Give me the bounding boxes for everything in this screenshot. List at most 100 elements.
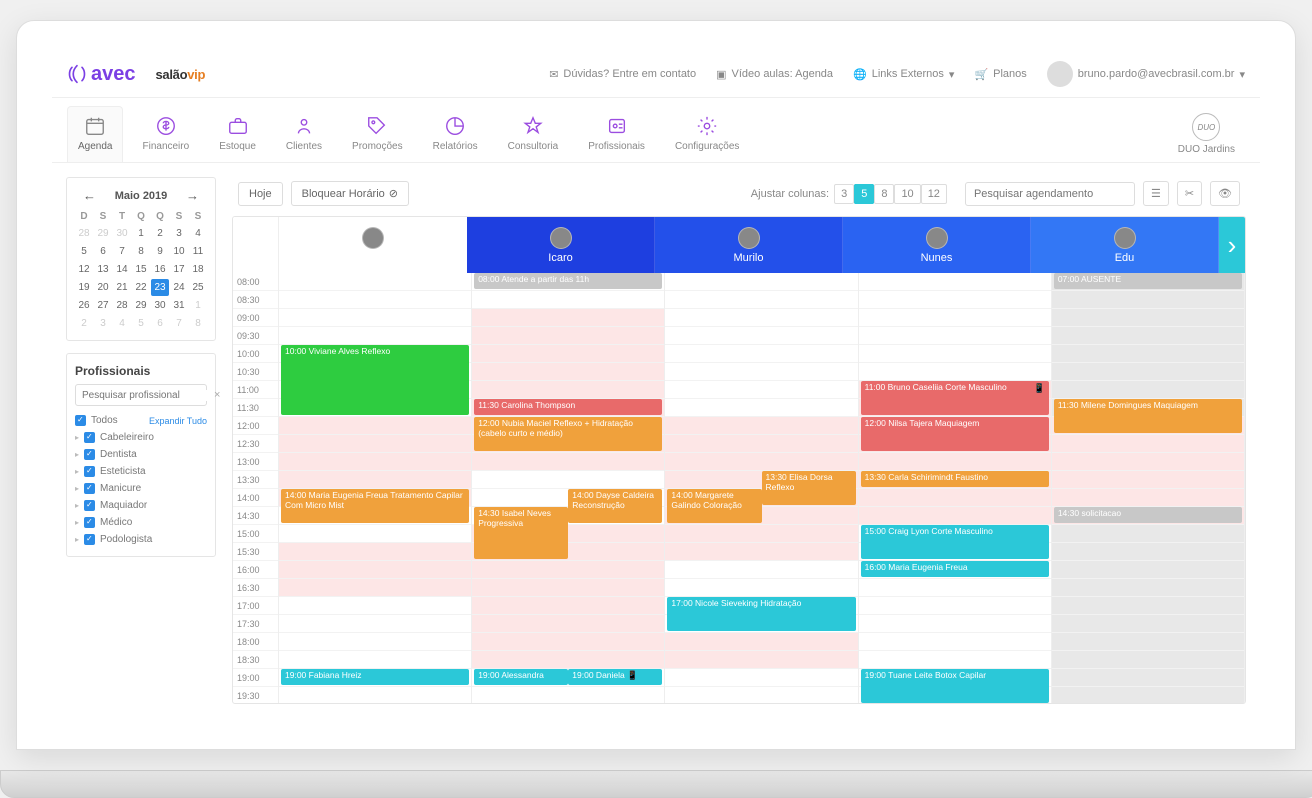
nav-consultoria[interactable]: Consultoria [497, 106, 570, 162]
professional-column-header[interactable]: Nunes [843, 217, 1031, 273]
cal-day[interactable]: 14 [113, 261, 131, 278]
cal-day[interactable]: 23 [151, 279, 169, 296]
appointment-block[interactable]: 19:00 Daniela 📱 [568, 669, 662, 685]
cal-day[interactable]: 17 [170, 261, 188, 278]
nav-clientes[interactable]: Clientes [275, 106, 333, 162]
nav-relatorios[interactable]: Relatórios [422, 106, 489, 162]
cal-day[interactable]: 5 [132, 315, 150, 332]
list-view-icon[interactable]: ☰ [1143, 181, 1169, 206]
cal-day[interactable]: 21 [113, 279, 131, 296]
cal-day[interactable]: 3 [94, 315, 112, 332]
prof-all-row[interactable]: Todos Expandir Tudo [75, 412, 207, 429]
nav-profissionais[interactable]: Profissionais [577, 106, 656, 162]
visibility-icon[interactable]: 👁 [1210, 181, 1240, 206]
cal-day[interactable]: 13 [94, 261, 112, 278]
professional-column-header[interactable]: Edu [1031, 217, 1219, 273]
today-button[interactable]: Hoje [238, 182, 283, 206]
cal-day[interactable]: 22 [132, 279, 150, 296]
cal-day[interactable]: 7 [113, 243, 131, 260]
appointment-block[interactable]: 16:00 Maria Eugenia Freua [861, 561, 1049, 577]
cal-day[interactable]: 8 [132, 243, 150, 260]
checkbox-icon[interactable] [84, 500, 95, 511]
column-option[interactable]: 12 [921, 184, 947, 204]
cal-day[interactable]: 31 [170, 297, 188, 314]
appointment-block[interactable]: 10:00 Viviane Alves Reflexo [281, 345, 469, 415]
cal-day[interactable]: 1 [189, 297, 207, 314]
appointment-block[interactable]: 14:30 Isabel Neves Progressiva [474, 507, 568, 559]
prof-role-row[interactable]: ▸Médico [75, 514, 207, 531]
checkbox-icon[interactable] [84, 534, 95, 545]
appointment-block[interactable]: 14:00 Dayse Caldeira Reconstrução [568, 489, 662, 523]
cal-day[interactable]: 26 [75, 297, 93, 314]
external-links-dropdown[interactable]: 🌐Links Externos ▾ [853, 68, 954, 81]
plans-link[interactable]: 🛒Planos [974, 68, 1026, 81]
cal-day[interactable]: 30 [151, 297, 169, 314]
appointment-block[interactable]: 07:00 AUSENTE [1054, 273, 1242, 289]
appointment-block[interactable]: 13:30 Elisa Dorsa Reflexo [762, 471, 856, 505]
appointment-block[interactable]: 11:30 Milene Domingues Maquiagem [1054, 399, 1242, 433]
agenda-column[interactable]: 14:00 Margarete Galindo Coloração13:30 E… [665, 273, 858, 703]
cal-day[interactable]: 7 [170, 315, 188, 332]
prof-search-input[interactable] [82, 390, 214, 401]
checkbox-icon[interactable] [84, 483, 95, 494]
prof-role-row[interactable]: ▸Dentista [75, 446, 207, 463]
user-menu[interactable]: bruno.pardo@avecbrasil.com.br ▾ [1047, 61, 1245, 87]
appointment-block[interactable]: 08:00 Atende a partir das 11h [474, 273, 662, 289]
appointment-block[interactable]: 11:30 Carolina Thompson [474, 399, 662, 415]
cal-day[interactable]: 2 [151, 225, 169, 242]
nav-financeiro[interactable]: Financeiro [131, 106, 200, 162]
cal-prev[interactable]: ← [79, 188, 100, 203]
appointment-block[interactable]: 14:00 Margarete Galindo Coloração [667, 489, 761, 523]
nav-estoque[interactable]: Estoque [208, 106, 267, 162]
clear-icon[interactable]: × [214, 389, 220, 401]
cal-day[interactable]: 6 [94, 243, 112, 260]
appointment-block[interactable]: 14:30 solicitacao [1054, 507, 1242, 523]
cal-day[interactable]: 29 [132, 297, 150, 314]
cal-next[interactable]: → [182, 188, 203, 203]
cal-day[interactable]: 8 [189, 315, 207, 332]
block-hours-button[interactable]: Bloquear Horário ⊘ [291, 181, 409, 206]
cal-day[interactable]: 30 [113, 225, 131, 242]
agenda-column[interactable]: 07:00 AUSENTE 11:30 Milene Domingues Maqu… [1052, 273, 1245, 703]
cal-day[interactable]: 18 [189, 261, 207, 278]
appointment-block[interactable]: 15:00 Craig Lyon Corte Masculino [861, 525, 1049, 559]
cal-day[interactable]: 12 [75, 261, 93, 278]
cal-day[interactable]: 24 [170, 279, 188, 296]
cal-day[interactable]: 15 [132, 261, 150, 278]
contact-link[interactable]: ✉Dúvidas? Entre em contato [549, 68, 696, 81]
appointment-block[interactable]: 19:00 Fabiana Hreiz [281, 669, 469, 685]
checkbox-icon[interactable] [84, 466, 95, 477]
nav-promocoes[interactable]: Promoções [341, 106, 414, 162]
brand-logo[interactable]: avec [67, 63, 136, 86]
cal-day[interactable]: 25 [189, 279, 207, 296]
nav-agenda[interactable]: Agenda [67, 106, 123, 162]
cal-day[interactable]: 2 [75, 315, 93, 332]
appointment-block[interactable]: 11:00 Bruno Caseliia Corte Masculino📱 [861, 381, 1049, 415]
professional-column-header[interactable]: Icaro [467, 217, 655, 273]
appointment-block[interactable]: 19:00 Tuane Leite Botox Capilar [861, 669, 1049, 703]
checkbox-icon[interactable] [84, 517, 95, 528]
cal-day[interactable]: 9 [151, 243, 169, 260]
prof-role-row[interactable]: ▸Esteticista [75, 463, 207, 480]
appointment-block[interactable]: 12:00 Nubia Maciel Reflexo + Hidratação … [474, 417, 662, 451]
cal-day[interactable]: 20 [94, 279, 112, 296]
appointment-block[interactable]: 13:30 Carla Schirimindt Faustino [861, 471, 1049, 487]
prof-role-row[interactable]: ▸Manicure [75, 480, 207, 497]
cal-day[interactable]: 28 [75, 225, 93, 242]
cal-day[interactable]: 11 [189, 243, 207, 260]
prof-search[interactable]: × [75, 384, 207, 406]
prof-role-row[interactable]: ▸Maquiador [75, 497, 207, 514]
cal-day[interactable]: 5 [75, 243, 93, 260]
expand-all-link[interactable]: Expandir Tudo [149, 416, 207, 426]
cal-day[interactable]: 19 [75, 279, 93, 296]
cal-day[interactable]: 29 [94, 225, 112, 242]
cal-day[interactable]: 1 [132, 225, 150, 242]
company-badge[interactable]: DUODUO Jardins [1168, 107, 1245, 161]
appointment-block[interactable]: 19:00 Alessandra [474, 669, 568, 685]
checkbox-icon[interactable] [75, 415, 86, 426]
checkbox-icon[interactable] [84, 432, 95, 443]
videos-link[interactable]: ▣Vídeo aulas: Agenda [716, 68, 833, 81]
cal-day[interactable]: 4 [189, 225, 207, 242]
cal-day[interactable]: 6 [151, 315, 169, 332]
agenda-column[interactable]: 10:00 Viviane Alves Reflexo14:00 Maria E… [279, 273, 472, 703]
